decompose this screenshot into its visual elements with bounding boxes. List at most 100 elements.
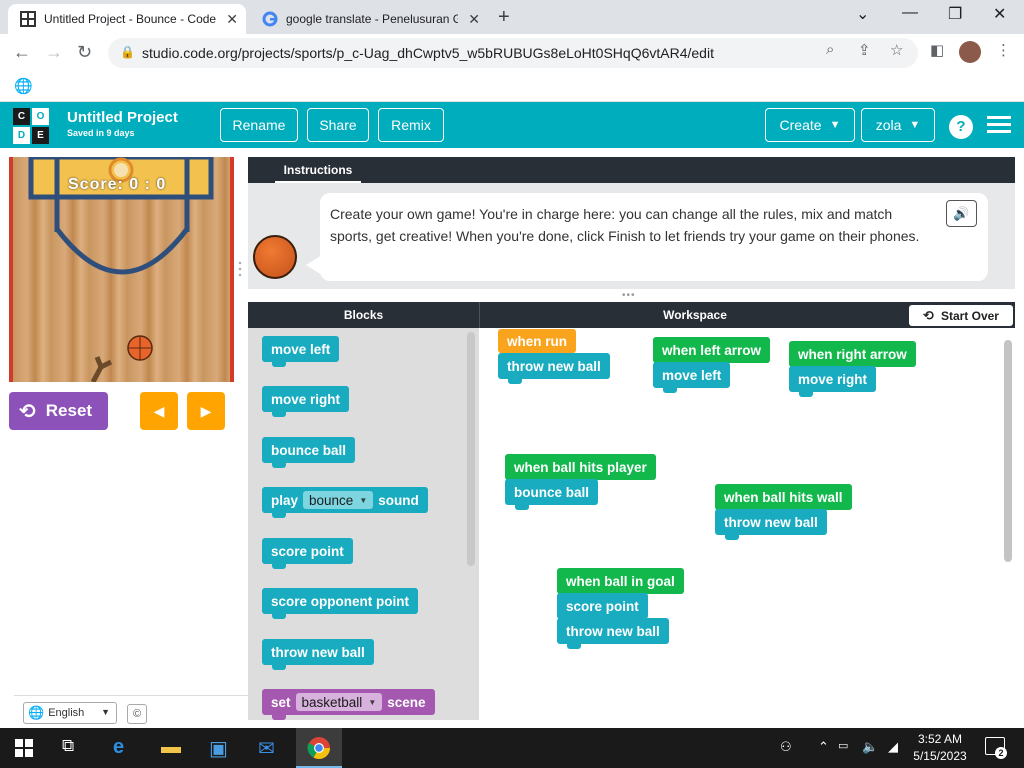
event-block-when-ball-hits-wall[interactable]: when ball hits wall [715,484,852,510]
back-icon[interactable]: ← [13,42,31,63]
tab-code-org[interactable]: Untitled Project - Bounce - Code ✕ [8,4,246,34]
windows-start-icon[interactable] [15,739,33,757]
code-org-logo[interactable]: C O D E [13,108,49,144]
tab-title: Untitled Project - Bounce - Code [44,12,216,26]
app-header: C O D E Untitled Project Saved in 9 days… [0,102,1024,148]
toolbox-block-bounce-ball[interactable]: bounce ball [262,437,356,468]
remix-button[interactable]: Remix [378,108,444,142]
left-arrow-button[interactable]: ◀ [140,392,178,430]
file-explorer-icon[interactable]: ▬ [161,736,181,759]
scene-dropdown[interactable]: basketball ▼ [295,693,383,711]
hamburger-menu-icon[interactable] [987,116,1011,119]
people-icon[interactable]: ⚇ [780,739,792,755]
help-button[interactable]: ? [949,115,973,139]
mail-icon[interactable]: ✉ [258,736,275,761]
event-block-when-ball-in-goal[interactable]: when ball in goal [557,568,684,594]
right-arrow-button[interactable]: ▶ [187,392,225,430]
toolbox-block-throw-new-ball[interactable]: throw new ball [262,639,374,670]
action-block-throw-new-ball[interactable]: throw new ball [715,509,827,540]
sound-dropdown[interactable]: bounce ▼ [303,491,374,509]
code-org-favicon-icon [20,11,36,27]
create-label: Create [779,117,822,133]
edge-browser-icon[interactable]: e [113,736,124,759]
action-block-move-right[interactable]: move right [789,366,877,397]
chevron-down-icon: ▼ [909,119,921,131]
globe-bookmark-icon[interactable]: 🌐 [14,77,33,95]
event-block-when-right-arrow[interactable]: when right arrow [789,341,916,367]
toolbox-block-play-sound[interactable]: play bounce ▼ sound [262,487,428,518]
show-hidden-icons[interactable]: ⌃ [818,739,829,755]
url-bar[interactable]: 🔒 studio.code.org/projects/sports/p_c-Ua… [108,38,918,68]
event-block-when-ball-hits-player[interactable]: when ball hits player [505,454,656,480]
rename-button[interactable]: Rename [220,108,298,142]
start-over-label: Start Over [940,308,999,323]
panel-resize-handle[interactable] [238,260,242,278]
toolbox-block-set-scene[interactable]: set basketball ▼ scene [262,689,435,720]
workspace-header: Workspace [663,308,727,322]
project-name: Untitled Project [67,109,178,126]
wifi-icon[interactable]: ◢ [888,739,898,755]
tab-close-icon[interactable]: ✕ [226,11,238,28]
create-dropdown[interactable]: Create ▼ [765,108,855,142]
language-select[interactable]: 🌐 English ▼ [23,702,117,724]
toolbox-block-score-point[interactable]: score point [262,538,353,569]
language-label: English [48,707,85,719]
chevron-down-icon: ▼ [829,119,841,131]
event-block-when-run[interactable]: when run [498,329,576,353]
dropdown-value: basketball [301,694,363,710]
new-tab-button[interactable]: + [498,6,510,29]
user-label: zola [875,117,902,133]
share-button[interactable]: Share [307,108,369,142]
address-bar-row: ← → ↻ 🔒 studio.code.org/projects/sports/… [0,34,1024,72]
toolbox-block-move-right[interactable]: move right [262,386,350,417]
battery-icon[interactable]: ▭ [838,739,848,752]
hamburger-menu-icon[interactable] [987,123,1011,126]
side-panel-icon[interactable]: ◧ [930,41,944,59]
chrome-taskbar-item[interactable] [296,728,342,768]
forward-icon[interactable]: → [45,42,63,63]
restore-icon[interactable]: ❐ [948,4,962,24]
tab-close-icon[interactable]: ✕ [468,11,480,28]
reload-icon[interactable]: ↻ [77,42,92,63]
chrome-menu-icon[interactable]: ⋮ [996,41,1011,59]
toolbox-block-move-left[interactable]: move left [262,336,340,367]
clock-date: 5/15/2023 [913,749,967,763]
bookmark-star-icon[interactable]: ☆ [890,41,903,59]
zoom-icon[interactable]: ⌕ [826,41,834,58]
copyright-button[interactable]: © [127,704,147,724]
tab-google-search[interactable]: google translate - Penelusuran G ✕ [250,4,488,34]
action-block-score-point[interactable]: score point [557,593,648,619]
volume-icon[interactable]: 🔈 [862,739,878,755]
action-block-throw-new-ball[interactable]: throw new ball [557,618,669,649]
toolbox-block-score-opponent-point[interactable]: score opponent point [262,588,418,619]
event-block-when-left-arrow[interactable]: when left arrow [653,337,771,363]
globe-icon: 🌐 [28,705,45,720]
system-clock[interactable]: 3:52 AM 5/15/2023 [910,731,970,765]
block-text: scene [387,694,426,710]
dropdown-value: bounce [309,492,354,508]
hamburger-menu-icon[interactable] [987,130,1011,133]
reset-icon: ⟲ [19,400,36,423]
workspace-scrollbar[interactable] [1004,340,1012,562]
text-to-speech-icon[interactable]: 🔊 [946,200,977,227]
chevron-down-icon: ▼ [101,707,110,717]
start-over-button[interactable]: ⟲ Start Over [909,305,1013,326]
minimize-icon[interactable]: — [902,4,918,22]
action-block-throw-new-ball[interactable]: throw new ball [498,353,610,384]
share-page-icon[interactable]: ⇪ [858,41,871,59]
store-icon[interactable]: ▣ [209,736,228,761]
logo-letter: O [32,108,49,125]
chevron-down-icon: ▼ [368,697,377,707]
action-block-move-left[interactable]: move left [653,362,731,393]
tab-search-icon[interactable]: ⌄ [856,4,869,24]
task-view-icon[interactable]: ⧉ [62,736,74,756]
action-block-bounce-ball[interactable]: bounce ball [505,479,599,510]
user-dropdown[interactable]: zola ▼ [861,108,935,142]
toolbox-scrollbar[interactable] [467,332,475,566]
profile-avatar[interactable] [959,41,981,63]
window-close-icon[interactable]: ✕ [993,4,1006,24]
instructions-resize-handle[interactable]: ••• [622,290,636,301]
reset-button[interactable]: ⟲ Reset [9,392,108,430]
lock-icon: 🔒 [120,45,135,59]
tab-instructions[interactable]: Instructions [275,157,361,183]
